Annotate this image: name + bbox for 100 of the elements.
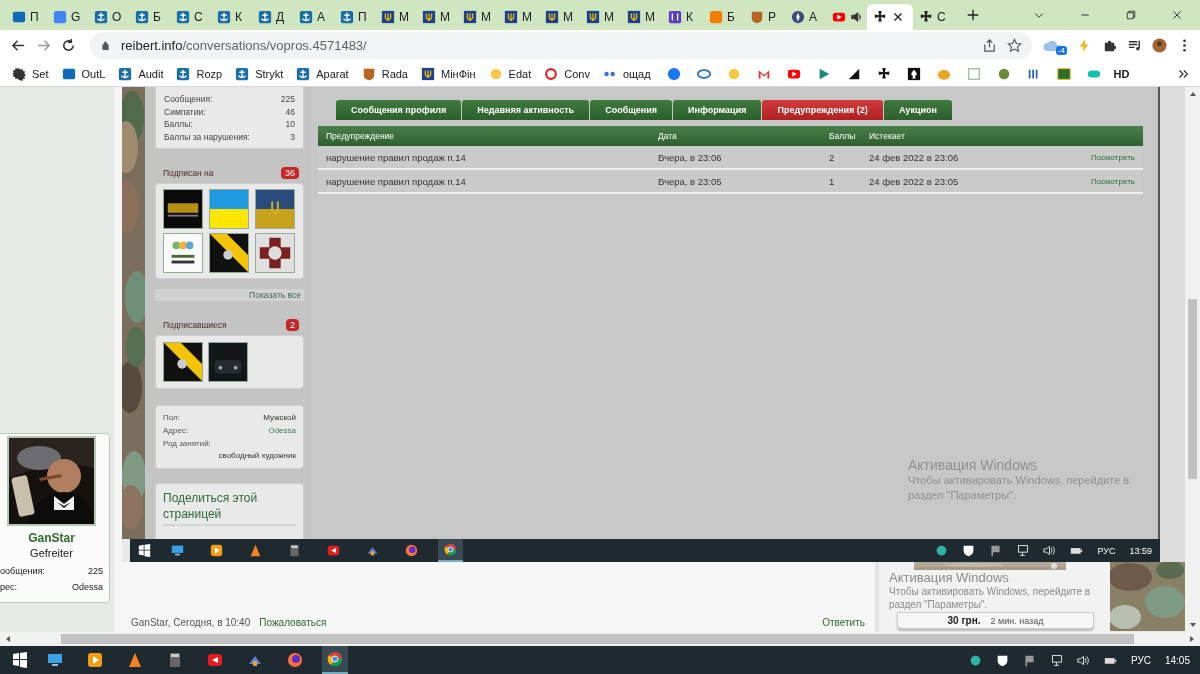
shield-icon[interactable] [962, 544, 976, 557]
reply-link[interactable]: Ответить [822, 617, 865, 628]
browser-tab[interactable]: А [785, 4, 826, 30]
browser-tab[interactable] [867, 4, 913, 30]
restore-icon[interactable] [1125, 9, 1137, 21]
weather-button[interactable]: -4 [1041, 36, 1067, 55]
close-icon[interactable] [1171, 9, 1183, 21]
show-all-link[interactable]: Показать все [249, 289, 301, 300]
browser-tab[interactable]: С [170, 4, 211, 30]
browser-tab[interactable]: П [6, 4, 47, 30]
profile-tab[interactable]: Информация [673, 100, 762, 120]
table-cell-text: 2 [829, 151, 836, 163]
browser-tab[interactable]: С [913, 4, 954, 30]
tool-icon [366, 544, 379, 557]
new-tab-icon[interactable] [966, 8, 980, 22]
bookmark[interactable]: МінФін [421, 66, 476, 81]
bookmark[interactable]: Rada [361, 66, 408, 81]
back-icon[interactable] [11, 38, 26, 53]
view-link[interactable]: Посмотреть [1090, 176, 1135, 186]
cross-icon[interactable] [876, 66, 891, 81]
clock[interactable]: 13:59 [1129, 545, 1152, 556]
bookmark[interactable]: Set [12, 66, 49, 81]
bookmark[interactable]: Strykt [235, 66, 284, 81]
puzzle-icon[interactable] [1102, 38, 1117, 53]
profile-tab[interactable]: Сообщения профиля [336, 100, 462, 120]
avatar-icon[interactable] [1152, 38, 1167, 53]
network-icon[interactable] [1049, 653, 1063, 667]
trident-icon [421, 66, 435, 81]
share-icon[interactable] [981, 38, 997, 53]
browser-tab[interactable]: А [293, 4, 334, 30]
bookmark[interactable]: Audit [118, 66, 164, 81]
profile-tab[interactable]: Аукцион [883, 100, 952, 120]
language-indicator[interactable]: РУС [1130, 654, 1151, 666]
address-bar[interactable]: reibert.info/conversations/vopros.4571483/ [90, 32, 1032, 59]
start-icon[interactable] [12, 652, 28, 668]
browser-tab[interactable]: М [375, 4, 416, 30]
column-header: Дата [658, 131, 678, 141]
anchor-icon [176, 10, 190, 24]
browser-tab[interactable]: М [539, 4, 580, 30]
reload-icon[interactable] [61, 38, 76, 53]
anchor-icon [258, 10, 272, 24]
flag-icon[interactable] [1022, 653, 1036, 667]
username[interactable]: GanStar [28, 531, 75, 545]
calc-icon [167, 652, 183, 668]
browser-tab[interactable]: М [498, 4, 539, 30]
trident-icon [586, 10, 600, 24]
horizontal-scrollbar[interactable] [0, 632, 1200, 646]
forward-icon[interactable] [36, 38, 51, 53]
flag-icon[interactable] [1056, 66, 1071, 81]
info-value[interactable]: Odessa [268, 424, 296, 437]
bookmark[interactable]: Conv [544, 66, 590, 81]
spade-icon[interactable] [906, 66, 921, 81]
browser-tab[interactable]: М [416, 4, 457, 30]
bookmark[interactable]: ощад [602, 66, 651, 81]
anchor-icon [235, 66, 250, 81]
table-cell-text: 24 фев 2022 в 23:05 [869, 175, 960, 187]
browser-tab[interactable]: К [211, 4, 252, 30]
profile-tab[interactable]: Недавняя активность [462, 100, 590, 120]
eye-icon[interactable] [696, 66, 711, 81]
section-title: Подписан на [163, 167, 214, 178]
vertical-scrollbar[interactable] [1185, 87, 1200, 632]
stat-value: Odessa [71, 581, 103, 594]
browser-tab[interactable]: Б [703, 4, 744, 30]
anchor-icon [118, 66, 133, 81]
browser-tab[interactable]: Б [129, 4, 170, 30]
browser-tab[interactable]: G [47, 4, 88, 30]
column-header: Предупреждение [326, 131, 396, 141]
speaker-icon[interactable] [850, 10, 864, 24]
report-link[interactable]: Пожаловаться [259, 617, 327, 628]
bookmark[interactable]: Rozp [176, 66, 223, 81]
browser-tab[interactable]: Д [252, 4, 293, 30]
browser-tab[interactable]: М [621, 4, 662, 30]
view-link[interactable]: Посмотреть [1090, 152, 1135, 162]
language-indicator[interactable]: РУС [1097, 545, 1116, 556]
taskbar-app[interactable] [322, 646, 348, 674]
flag-icon[interactable] [989, 544, 1003, 557]
scroll-thumb[interactable] [1188, 299, 1197, 479]
lock-icon[interactable] [100, 40, 111, 51]
info-value: свободный художник [218, 449, 296, 462]
network-icon[interactable] [1016, 544, 1030, 557]
volume-icon[interactable] [1043, 544, 1057, 557]
browser-tab[interactable]: М [457, 4, 498, 30]
scroll-thumb[interactable] [61, 634, 1134, 644]
bookmark[interactable]: OutL [61, 66, 106, 81]
browser-tab[interactable]: П [334, 4, 375, 30]
media-icon[interactable] [1127, 38, 1142, 53]
start-icon[interactable] [138, 544, 151, 557]
browser-tab[interactable]: Р [744, 4, 785, 30]
shield-icon[interactable] [995, 653, 1009, 667]
bookmark[interactable]: Aparat [296, 66, 349, 81]
browser-tab[interactable]: О [88, 4, 129, 30]
clock[interactable]: 14:05 [1164, 654, 1190, 666]
browser-tab[interactable]: К [662, 4, 703, 30]
star-icon[interactable] [1006, 38, 1022, 53]
profile-tab[interactable]: Предупреждения (2) [762, 100, 883, 120]
bookmark[interactable]: Edat [488, 66, 532, 81]
bookmark[interactable]: HD [1113, 67, 1130, 80]
profile-tab[interactable]: Сообщения [590, 100, 672, 120]
browser-tab[interactable]: М [580, 4, 621, 30]
volume-icon[interactable] [1076, 653, 1090, 667]
